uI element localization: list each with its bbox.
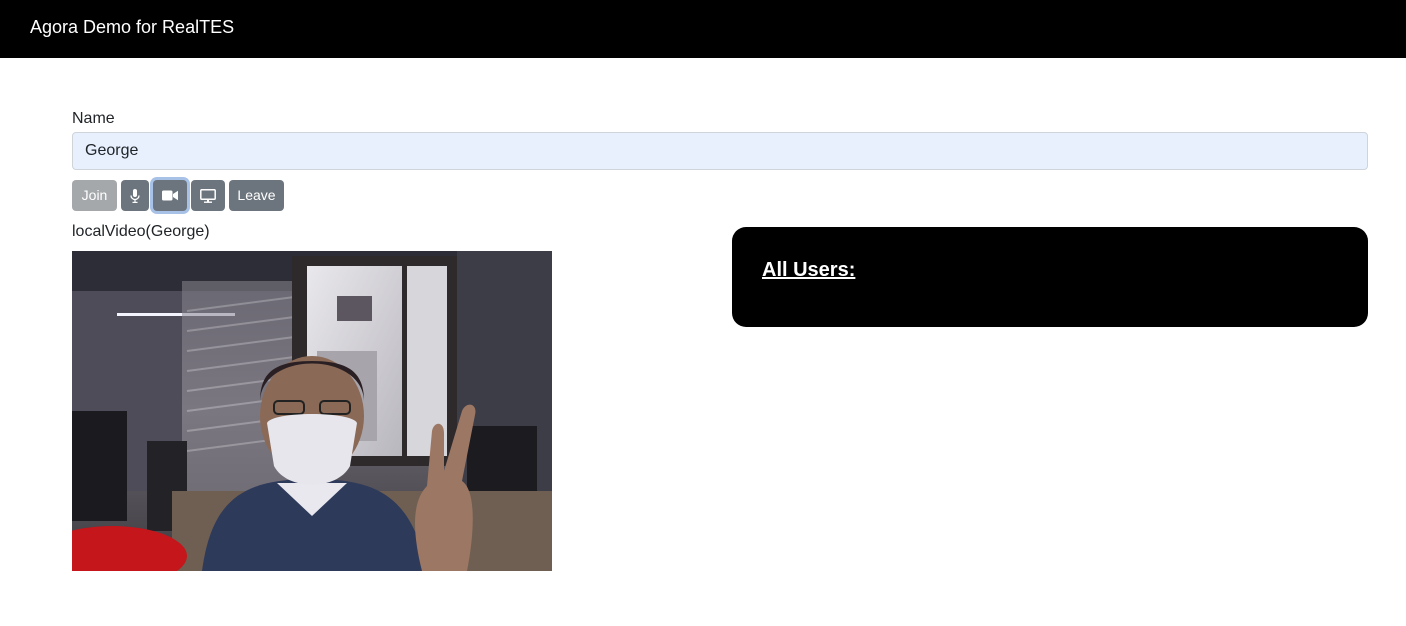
local-video-frame bbox=[72, 251, 552, 571]
mic-toggle-button[interactable] bbox=[121, 180, 149, 211]
navbar-brand[interactable]: Agora Demo for RealTES bbox=[30, 16, 234, 38]
screen-share-button[interactable] bbox=[191, 180, 225, 211]
microphone-icon bbox=[130, 188, 140, 203]
name-input[interactable] bbox=[72, 132, 1368, 170]
video-camera-icon bbox=[162, 190, 178, 201]
local-video-feed bbox=[72, 251, 552, 571]
desktop-screen-share-icon bbox=[200, 188, 216, 203]
camera-toggle-button[interactable] bbox=[153, 180, 187, 211]
join-button[interactable]: Join bbox=[72, 180, 117, 211]
name-label: Name bbox=[72, 110, 115, 127]
all-users-title: All Users: bbox=[762, 259, 856, 281]
all-users-panel: All Users: bbox=[732, 227, 1368, 327]
navbar: Agora Demo for RealTES bbox=[0, 0, 1406, 58]
local-video-label: localVideo(George) bbox=[72, 223, 210, 240]
leave-button[interactable]: Leave bbox=[229, 180, 284, 211]
